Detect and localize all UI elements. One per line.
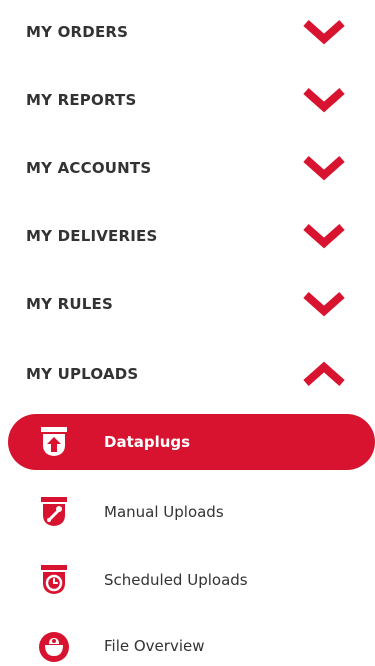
chevron-down-icon[interactable] <box>300 153 348 183</box>
nav-section-my-reports[interactable]: MY REPORTS <box>0 75 375 125</box>
chevron-down-icon[interactable] <box>300 289 348 319</box>
nav-item-file-overview[interactable]: File Overview <box>0 618 375 666</box>
nav-section-my-deliveries[interactable]: MY DELIVERIES <box>0 211 375 261</box>
manual-upload-icon <box>38 495 70 529</box>
chevron-down-icon[interactable] <box>300 17 348 47</box>
file-overview-icon <box>38 629 70 663</box>
nav-section-label: MY DELIVERIES <box>26 227 158 245</box>
nav-section-label: MY ACCOUNTS <box>26 159 152 177</box>
nav-item-manual-uploads[interactable]: Manual Uploads <box>0 484 375 540</box>
nav-item-dataplugs[interactable]: Dataplugs <box>0 414 375 470</box>
nav-section-my-accounts[interactable]: MY ACCOUNTS <box>0 143 375 193</box>
nav-item-label: Scheduled Uploads <box>104 571 248 589</box>
nav-section-my-rules[interactable]: MY RULES <box>0 279 375 329</box>
nav-section-label: MY ORDERS <box>26 23 129 41</box>
dataplug-upload-icon <box>38 425 70 459</box>
nav-item-label: File Overview <box>104 637 205 655</box>
nav-item-label: Dataplugs <box>104 433 191 451</box>
nav-section-label: MY UPLOADS <box>26 365 139 383</box>
chevron-down-icon[interactable] <box>300 221 348 251</box>
nav-item-scheduled-uploads[interactable]: Scheduled Uploads <box>0 552 375 608</box>
nav-section-label: MY RULES <box>26 295 113 313</box>
nav-section-label: MY REPORTS <box>26 91 137 109</box>
chevron-down-icon[interactable] <box>300 85 348 115</box>
nav-section-my-orders[interactable]: MY ORDERS <box>0 7 375 57</box>
nav-item-label: Manual Uploads <box>104 503 224 521</box>
chevron-up-icon[interactable] <box>300 359 348 389</box>
scheduled-upload-icon <box>38 563 70 597</box>
nav-section-my-uploads[interactable]: MY UPLOADS <box>0 349 375 399</box>
